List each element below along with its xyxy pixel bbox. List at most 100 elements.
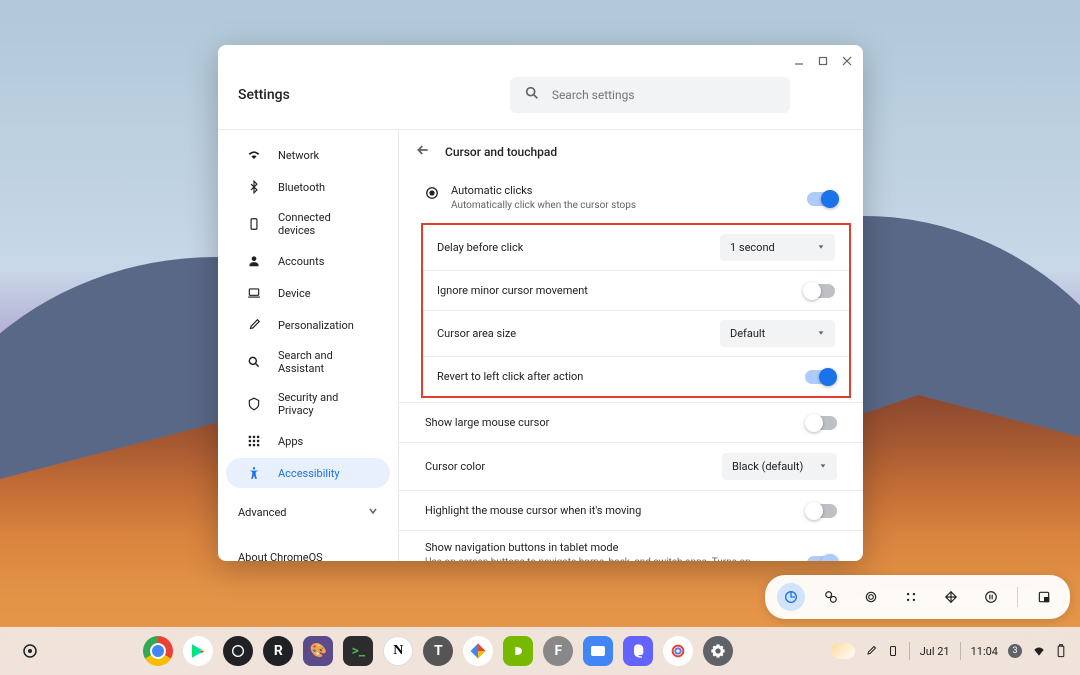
settings-icon[interactable] [703, 636, 733, 666]
sidebar-item-label: Apps [278, 435, 303, 448]
sidebar-item-network[interactable]: Network [226, 140, 390, 170]
chevron-down-icon [817, 241, 825, 254]
laptop-icon [246, 285, 262, 301]
accessibility-icon [246, 465, 262, 481]
highlight-cursor-toggle[interactable] [807, 504, 837, 518]
status-separator [909, 642, 910, 660]
sidebar-item-personalization[interactable]: Personalization [226, 310, 390, 340]
tablet-nav-toggle[interactable] [807, 556, 837, 562]
weather-icon [831, 643, 855, 659]
revert-click-toggle[interactable] [805, 370, 835, 384]
setting-description: Automatically click when the cursor stop… [451, 199, 807, 213]
sidebar-item-label: Bluetooth [278, 181, 325, 194]
position-icon[interactable] [1030, 583, 1058, 611]
right-click-icon[interactable] [817, 583, 845, 611]
window-header: Settings [218, 77, 863, 129]
shelf-status[interactable]: Jul 21 11:04 3 [831, 642, 1066, 660]
sidebar-item-label: Search and Assistant [278, 349, 370, 375]
app-icon-3[interactable] [223, 636, 253, 666]
chevron-down-icon [817, 327, 825, 340]
app-title: Settings [234, 87, 290, 103]
status-separator [960, 642, 961, 660]
sidebar-item-accessibility[interactable]: Accessibility [226, 458, 390, 488]
automatic-clicks-row: Automatic clicks Automatically click whe… [399, 174, 863, 223]
sidebar-item-label: Connected devices [278, 211, 370, 237]
setting-label: Delay before click [437, 241, 523, 254]
bluetooth-icon [246, 179, 262, 195]
mastodon-icon[interactable] [623, 636, 653, 666]
pause-icon[interactable] [977, 583, 1005, 611]
sidebar-about[interactable]: About ChromeOS [218, 541, 398, 561]
setting-label: Highlight the mouse cursor when it's mov… [425, 504, 641, 517]
sidebar-item-apps[interactable]: Apps [226, 426, 390, 456]
shelf-apps: R 🎨 >_ N T F [46, 636, 831, 666]
radio-selected-icon[interactable] [425, 185, 439, 204]
left-click-icon[interactable] [777, 583, 805, 611]
delay-select[interactable]: 1 second [720, 234, 835, 261]
large-cursor-toggle[interactable] [807, 416, 837, 430]
autoclick-panel [765, 575, 1070, 619]
search-input[interactable] [552, 88, 776, 102]
maximize-button[interactable] [817, 55, 829, 67]
setting-label: Cursor color [425, 460, 485, 473]
settings-window: Settings Network Bluetooth Connected de [218, 45, 863, 561]
automatic-clicks-toggle[interactable] [807, 192, 837, 206]
nvidia-icon[interactable] [503, 636, 533, 666]
files-icon[interactable] [463, 636, 493, 666]
app-icon-r[interactable]: R [263, 636, 293, 666]
chrome-icon[interactable] [143, 636, 173, 666]
setting-label: Cursor area size [437, 327, 516, 340]
launcher-button[interactable] [14, 635, 46, 667]
search-icon [246, 354, 262, 370]
setting-description: Use on-screen buttons to navigate home, … [425, 556, 807, 561]
ignore-movement-row: Ignore minor cursor movement [423, 270, 849, 310]
setting-label: Ignore minor cursor movement [437, 284, 588, 297]
date-label: Jul 21 [920, 645, 950, 658]
search-box[interactable] [510, 77, 790, 113]
sidebar-item-label: Accounts [278, 255, 324, 268]
brush-icon [246, 317, 262, 333]
double-click-icon[interactable] [857, 583, 885, 611]
app-icon-14[interactable] [663, 636, 693, 666]
battery-icon [1056, 644, 1066, 658]
play-store-icon[interactable] [183, 636, 213, 666]
shelf: R 🎨 >_ N T F Jul 21 11:04 3 [0, 627, 1080, 675]
delay-before-click-row: Delay before click 1 second [423, 225, 849, 270]
ignore-movement-toggle[interactable] [805, 284, 835, 298]
close-button[interactable] [841, 55, 853, 67]
window-titlebar [218, 45, 863, 77]
sidebar-item-security-privacy[interactable]: Security and Privacy [226, 384, 390, 424]
sidebar-item-connected-devices[interactable]: Connected devices [226, 204, 390, 244]
cursor-area-select[interactable]: Default [720, 320, 835, 347]
setting-label: Automatic clicks [451, 184, 807, 197]
minimize-button[interactable] [793, 55, 805, 67]
devices-icon [246, 216, 262, 232]
scroll-icon[interactable] [937, 583, 965, 611]
drag-icon[interactable] [897, 583, 925, 611]
app-icon-t[interactable]: T [423, 636, 453, 666]
panel-separator [1017, 587, 1018, 607]
shield-icon [246, 396, 262, 412]
app-icon-5[interactable]: 🎨 [303, 636, 333, 666]
sidebar-item-label: Personalization [278, 319, 354, 332]
sidebar-item-bluetooth[interactable]: Bluetooth [226, 172, 390, 202]
person-icon [246, 253, 262, 269]
sidebar-advanced[interactable]: Advanced [218, 496, 398, 529]
apps-icon [246, 433, 262, 449]
setting-label: Revert to left click after action [437, 370, 583, 383]
cursor-color-select[interactable]: Black (default) [722, 453, 837, 480]
large-cursor-row: Show large mouse cursor [399, 402, 863, 442]
terminal-icon[interactable]: >_ [343, 636, 373, 666]
sidebar-item-label: Security and Privacy [278, 391, 370, 417]
setting-label: Show navigation buttons in tablet mode [425, 541, 807, 554]
app-icon-f[interactable]: F [543, 636, 573, 666]
sidebar-item-search-assistant[interactable]: Search and Assistant [226, 342, 390, 382]
cursor-area-row: Cursor area size Default [423, 310, 849, 356]
sidebar-item-label: Network [278, 149, 319, 162]
app-icon-12[interactable] [583, 636, 613, 666]
notion-icon[interactable]: N [383, 636, 413, 666]
sidebar-item-accounts[interactable]: Accounts [226, 246, 390, 276]
back-button[interactable] [415, 142, 431, 162]
sidebar-item-device[interactable]: Device [226, 278, 390, 308]
cursor-color-row: Cursor color Black (default) [399, 442, 863, 490]
